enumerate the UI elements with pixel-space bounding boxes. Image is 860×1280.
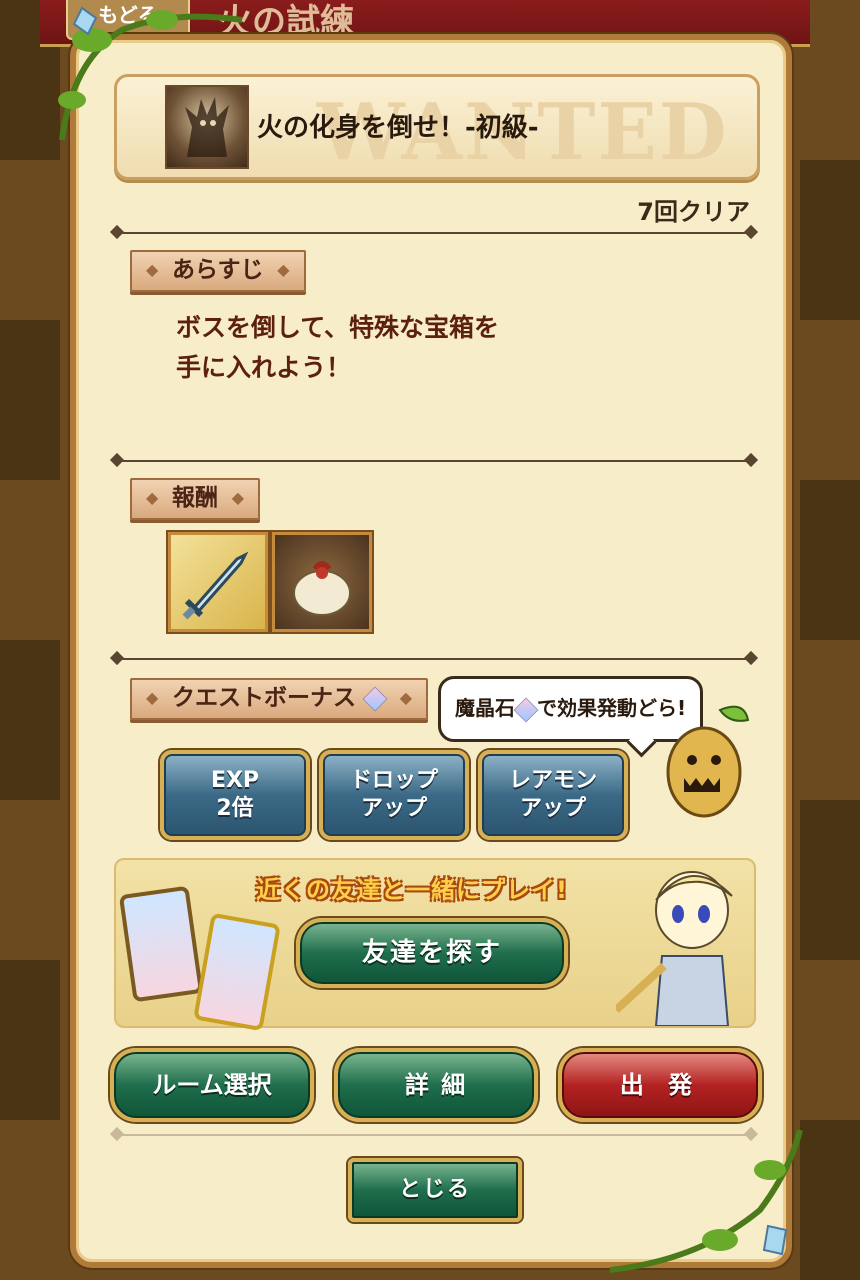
quest-dialog: WANTED 火の化身を倒せ！-初級- 7回クリア あらすじ ボスを倒して、特殊… (70, 34, 792, 1268)
bg-tile (0, 960, 60, 1120)
clear-count: 7回クリア (637, 198, 750, 226)
nearby-friend-panel: 近くの友達と一緒にプレイ! 友達を探す (114, 858, 756, 1032)
divider (116, 460, 752, 462)
close-button[interactable]: とじる (348, 1158, 522, 1222)
details-button[interactable]: 詳 細 (334, 1048, 538, 1122)
vine-decoration-icon (609, 1130, 803, 1273)
bg-tile (0, 160, 60, 320)
magic-crystal-icon (362, 686, 388, 711)
phone-icon (193, 912, 281, 1032)
bonus-ribbon: クエストボーナス (130, 678, 429, 720)
sword-icon (182, 551, 249, 620)
reward-ribbon: 報酬 (130, 478, 260, 520)
bonus-hint-prefix: 魔晶石 (455, 696, 515, 720)
bonus-label: クエストボーナス (172, 685, 356, 711)
bg-tile (0, 480, 60, 640)
nearby-friend-title: 近くの友達と一緒にプレイ! (256, 876, 568, 904)
synopsis-text: ボスを倒して、特殊な宝箱を 手に入れよう！ (176, 308, 499, 388)
bg-tile (0, 640, 60, 800)
bg-tile (800, 640, 860, 800)
reward-item-bag[interactable] (272, 532, 372, 632)
depart-button[interactable]: 出 発 (558, 1048, 762, 1122)
bonus-rare-monster-up-button[interactable]: レアモン アップ (478, 750, 628, 840)
magic-crystal-icon (513, 697, 539, 722)
reward-item-sword[interactable] (168, 532, 268, 632)
synopsis-line-1: ボスを倒して、特殊な宝箱を (176, 313, 500, 342)
knight-character-icon (613, 860, 754, 1027)
divider (116, 658, 752, 660)
bonus-exp-double-button[interactable]: EXP 2倍 (160, 750, 310, 840)
bg-tile (0, 320, 60, 480)
find-friends-button[interactable]: 友達を探す (296, 918, 568, 988)
quest-title: 火の化身を倒せ！-初級- (257, 113, 539, 143)
vine-decoration-icon (58, 6, 243, 141)
treasure-bag-icon (293, 561, 351, 616)
bg-tile (0, 1120, 60, 1280)
synopsis-ribbon: あらすじ (130, 250, 306, 292)
bg-tile (800, 320, 860, 480)
bg-tile (800, 160, 860, 320)
mascot-character-icon (656, 700, 752, 820)
synopsis-line-2: 手に入れよう！ (176, 353, 352, 382)
divider (116, 232, 752, 234)
room-select-button[interactable]: ルーム選択 (110, 1048, 314, 1122)
bonus-drop-up-button[interactable]: ドロップ アップ (319, 750, 469, 840)
bg-tile (800, 480, 860, 640)
bg-tile (800, 960, 860, 1120)
bg-tile (800, 800, 860, 960)
phone-icon (118, 885, 204, 1003)
bg-tile (0, 800, 60, 960)
